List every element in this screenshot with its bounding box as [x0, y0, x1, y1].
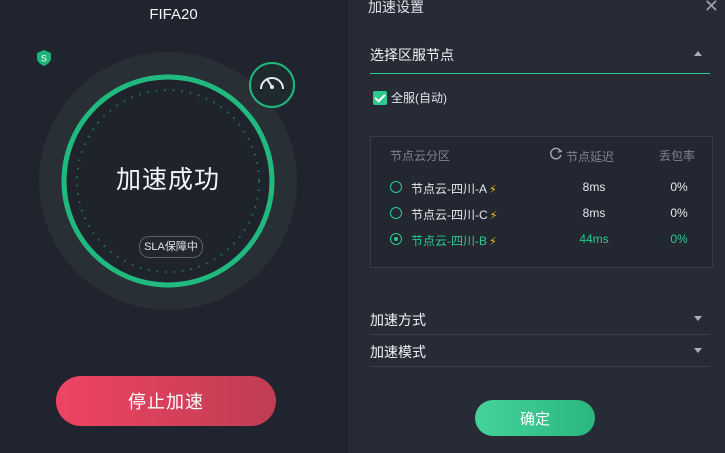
acceleration-method-section[interactable]: 加速方式: [370, 310, 710, 335]
auto-all-servers-option[interactable]: 全服(自动): [373, 89, 447, 106]
sla-badge: SLA保障中: [139, 236, 203, 258]
acceleration-settings-panel: 加速设置 ✕ 选择区服节点 全服(自动) 节点云分区 节点延迟 丢包率 节点云-…: [348, 0, 725, 453]
acceleration-status-text: 加速成功: [115, 166, 220, 194]
auto-checkbox-label: 全服(自动): [391, 91, 447, 105]
node-latency: 8ms: [582, 206, 606, 220]
node-name: 节点云-四川-B ⚡: [411, 232, 497, 249]
chevron-down-icon[interactable]: [694, 316, 702, 321]
node-latency: 8ms: [582, 180, 606, 194]
lightning-icon: ⚡: [489, 210, 498, 222]
column-header-loss: 丢包率: [659, 149, 696, 163]
confirm-button[interactable]: 确定: [475, 400, 595, 436]
node-row[interactable]: 节点云-四川-C ⚡ 8ms 0%: [371, 204, 712, 226]
chevron-up-icon[interactable]: [694, 51, 702, 56]
stop-acceleration-button[interactable]: 停止加速: [56, 376, 276, 426]
auto-checkbox[interactable]: [373, 90, 387, 105]
close-icon[interactable]: ✕: [704, 0, 719, 17]
node-packet-loss: 0%: [670, 206, 688, 220]
panel-title: 加速设置: [368, 0, 424, 15]
node-list: 节点云分区 节点延迟 丢包率 节点云-四川-A ⚡ 8ms 0% 节点云-四川-C…: [370, 136, 713, 268]
acceleration-mode-section[interactable]: 加速模式: [370, 342, 710, 367]
node-name-text: 节点云-四川-A: [411, 182, 487, 196]
shield-letter: S: [41, 54, 47, 64]
game-title: FIFA20: [149, 6, 198, 23]
region-node-section[interactable]: 选择区服节点: [370, 45, 710, 74]
column-header-latency-label: 节点延迟: [566, 150, 615, 164]
region-node-section-title: 选择区服节点: [370, 47, 454, 63]
node-radio[interactable]: [390, 181, 402, 193]
node-packet-loss: 0%: [670, 180, 688, 194]
chevron-down-icon[interactable]: [694, 348, 702, 353]
acceleration-method-title: 加速方式: [370, 312, 426, 328]
acceleration-mode-title: 加速模式: [370, 344, 426, 360]
node-packet-loss: 0%: [670, 232, 688, 246]
column-header-zone: 节点云分区: [390, 149, 451, 163]
node-name-text: 节点云-四川-C: [411, 208, 488, 222]
node-name: 节点云-四川-C ⚡: [411, 206, 497, 223]
refresh-icon[interactable]: [549, 147, 563, 161]
lightning-icon: ⚡: [489, 184, 497, 196]
node-row-selected[interactable]: 节点云-四川-B ⚡ 44ms 0%: [371, 230, 712, 252]
node-name: 节点云-四川-A ⚡: [411, 180, 497, 197]
node-name-text: 节点云-四川-B: [411, 234, 487, 248]
lightning-icon: ⚡: [489, 236, 497, 248]
speed-gauge-icon[interactable]: [249, 62, 295, 108]
node-latency: 44ms: [579, 232, 609, 246]
accelerator-status-pane: FIFA20 加速成功 S SLA保障中 停止加速: [0, 0, 347, 453]
node-row[interactable]: 节点云-四川-A ⚡ 8ms 0%: [371, 178, 712, 200]
shield-icon: S: [37, 50, 51, 66]
node-radio[interactable]: [390, 207, 402, 219]
column-header-latency: 节点延迟: [549, 147, 614, 165]
node-radio-selected[interactable]: [390, 233, 402, 245]
